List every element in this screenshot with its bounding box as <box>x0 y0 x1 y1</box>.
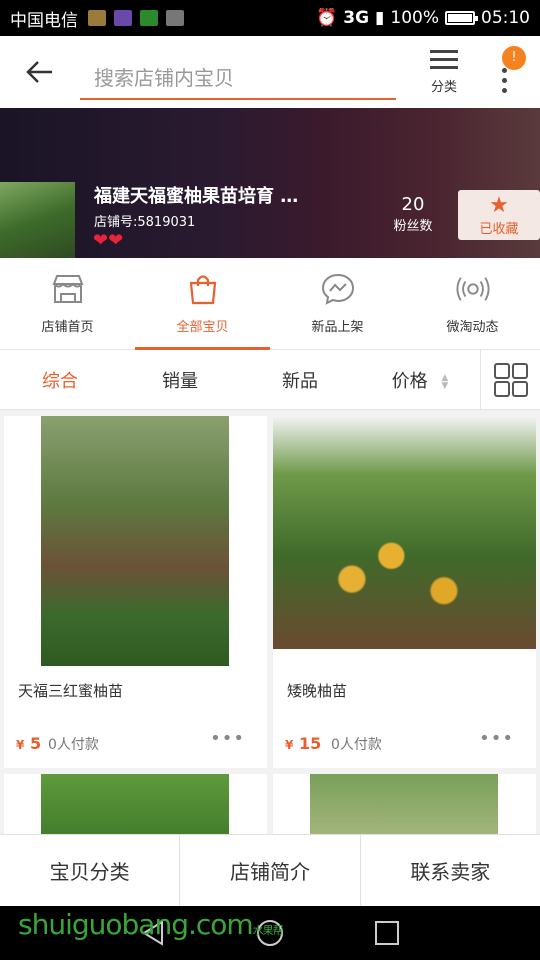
broadcast-icon <box>455 272 490 306</box>
product-price: ¥ 15 <box>285 734 322 753</box>
carrier-label: 中国电信 <box>10 10 78 31</box>
tab-label: 全部宝贝 <box>176 320 229 335</box>
fans-count-block: 20 粉丝数 <box>384 194 442 234</box>
shop-rating-hearts: ❤❤ <box>93 230 124 251</box>
favorite-label: 已收藏 <box>479 222 519 237</box>
chat-bubble-icon <box>321 272 355 306</box>
network-label: 3G <box>343 8 370 28</box>
star-icon: ★ <box>489 193 509 218</box>
sort-new[interactable]: 新品 <box>240 367 360 393</box>
gallery-icon <box>114 10 132 26</box>
shop-name: 福建天福蜜柚果苗培育 … <box>94 186 299 207</box>
notification-icon <box>88 10 106 26</box>
shop-banner: 福建天福蜜柚果苗培育 … 店铺号:5819031 ❤❤ 20 粉丝数 ★ 已收藏 <box>0 108 540 258</box>
category-button[interactable]: 分类 <box>418 46 470 95</box>
alarm-icon: ⏰ <box>316 8 338 28</box>
sort-sales[interactable]: 销量 <box>120 367 240 393</box>
shop-tabs: 店铺首页 全部宝贝 新品上架 微淘动态 <box>0 258 540 350</box>
tab-label: 店铺首页 <box>41 320 94 335</box>
product-price: ¥ 5 <box>16 734 42 753</box>
bottom-tab-categories[interactable]: 宝贝分类 <box>0 835 181 906</box>
tab-all-items[interactable]: 全部宝贝 <box>135 258 270 350</box>
tab-new-arrivals[interactable]: 新品上架 <box>270 258 405 349</box>
back-arrow-icon[interactable] <box>0 36 80 108</box>
product-image <box>41 416 229 666</box>
product-paid-count: 0人付款 <box>331 737 382 753</box>
store-icon <box>51 272 85 306</box>
more-dots-icon[interactable]: ••• <box>479 728 514 749</box>
product-card[interactable]: 矮晚柚苗 ¥ 15 0人付款 ••• <box>273 416 536 768</box>
tab-label: 微淘动态 <box>446 320 499 335</box>
bottom-tab-bar: 宝贝分类 店铺简介 联系卖家 <box>0 834 540 906</box>
product-image <box>273 416 536 649</box>
top-bar: 搜索店铺内宝贝 分类 ! <box>0 36 540 108</box>
status-bar: 中国电信 ⏰ 3G ▮ 100% 05:10 <box>0 0 540 36</box>
tab-weitao[interactable]: 微淘动态 <box>405 258 540 349</box>
sort-comprehensive[interactable]: 综合 <box>0 367 120 393</box>
shop-logo[interactable] <box>0 182 75 258</box>
battery-label: 100% <box>390 8 439 28</box>
clock: 05:10 <box>481 8 530 28</box>
app-icon <box>140 10 158 26</box>
fans-label: 粉丝数 <box>393 219 433 234</box>
bottom-tab-shop-intro[interactable]: 店铺简介 <box>180 835 361 906</box>
tab-shop-home[interactable]: 店铺首页 <box>0 258 135 349</box>
signal-icon: ▮ <box>375 8 385 28</box>
shop-id: 店铺号:5819031 <box>94 215 196 230</box>
sort-arrows-icon: ▲ ▼ <box>441 372 449 391</box>
fans-count: 20 <box>401 194 425 215</box>
watermark: shuiguobang.com水果帮 <box>18 908 284 941</box>
bag-icon <box>186 272 220 306</box>
battery-icon <box>445 11 478 25</box>
more-dots-icon[interactable]: ••• <box>210 728 245 749</box>
notification-badge: ! <box>502 46 526 70</box>
category-label: 分类 <box>430 80 457 95</box>
app-alert-icon <box>166 10 184 26</box>
product-title: 矮晚柚苗 <box>287 682 348 700</box>
favorite-button[interactable]: ★ 已收藏 <box>458 190 540 240</box>
sort-bar: 综合 销量 新品 价格 ▲ ▼ <box>0 350 540 410</box>
grid-view-icon[interactable] <box>480 350 540 410</box>
recent-apps-icon[interactable] <box>374 920 400 946</box>
product-title: 天福三红蜜柚苗 <box>18 682 124 700</box>
product-paid-count: 0人付款 <box>48 737 99 753</box>
sort-price[interactable]: 价格 ▲ ▼ <box>360 367 480 393</box>
search-input[interactable]: 搜索店铺内宝贝 <box>80 54 396 100</box>
menu-list-icon <box>430 50 458 70</box>
sort-price-label: 价格 <box>391 370 428 392</box>
product-card[interactable]: 天福三红蜜柚苗 ¥ 5 0人付款 ••• <box>4 416 267 768</box>
bottom-tab-contact-seller[interactable]: 联系卖家 <box>361 835 540 906</box>
tab-label: 新品上架 <box>311 320 364 335</box>
